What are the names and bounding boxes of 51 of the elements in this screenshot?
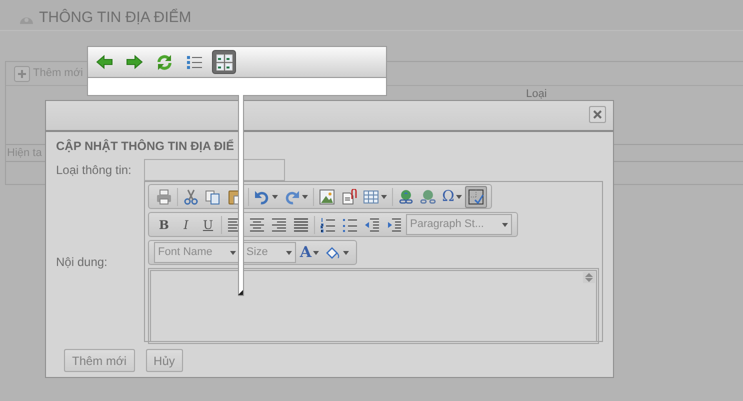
unlink-icon bbox=[420, 188, 436, 204]
image-icon bbox=[319, 188, 335, 204]
italic-button[interactable]: I bbox=[175, 214, 197, 236]
print-icon bbox=[156, 188, 172, 204]
arrow-left-icon bbox=[96, 54, 112, 70]
column-header: Loại bbox=[526, 88, 547, 100]
list-icon bbox=[186, 54, 202, 70]
grid-button[interactable] bbox=[212, 50, 236, 74]
attach-icon bbox=[341, 188, 357, 204]
indent-icon bbox=[386, 216, 402, 232]
dropdown[interactable]: Size bbox=[242, 242, 296, 263]
align-center-icon bbox=[249, 216, 265, 232]
bold-button[interactable]: B bbox=[153, 214, 175, 236]
close-button[interactable] bbox=[589, 106, 606, 123]
dropdown[interactable]: Paragraph St... bbox=[406, 214, 512, 235]
resize-grip-icon bbox=[238, 290, 243, 295]
field-label: Loại thông tin: bbox=[56, 162, 132, 179]
symbol-button[interactable]: Ω bbox=[439, 186, 466, 208]
ordered-list-icon bbox=[320, 216, 336, 232]
scroll-arrows-icon bbox=[585, 273, 593, 282]
align-right-icon bbox=[271, 216, 287, 232]
blocks-icon bbox=[468, 188, 484, 204]
cut-icon bbox=[183, 188, 199, 204]
close-icon bbox=[593, 110, 602, 119]
dialog-button[interactable]: Hủy bbox=[146, 349, 183, 372]
dropdown[interactable]: Font Name bbox=[154, 242, 240, 263]
caret-icon bbox=[286, 250, 292, 254]
table-icon bbox=[363, 188, 379, 204]
dialog-button[interactable]: Thêm mới bbox=[64, 349, 135, 372]
outdent-icon bbox=[364, 216, 380, 232]
redo-icon bbox=[284, 188, 300, 204]
undo-icon bbox=[254, 188, 270, 204]
input-field[interactable] bbox=[144, 159, 285, 181]
plus-icon bbox=[14, 66, 30, 82]
caret-icon bbox=[230, 250, 236, 254]
bullet-list-icon bbox=[342, 216, 358, 232]
justify-icon bbox=[293, 216, 309, 232]
underline-button[interactable]: U bbox=[197, 214, 219, 236]
refresh-icon bbox=[156, 54, 172, 70]
dialog-title: CẬP NHẬT THÔNG TIN ĐỊA ĐIỂ bbox=[56, 138, 234, 155]
link-icon bbox=[398, 188, 414, 204]
blocks-button[interactable] bbox=[465, 186, 488, 208]
grid-icon bbox=[216, 54, 232, 70]
copy-icon bbox=[205, 188, 221, 204]
fill-icon bbox=[325, 244, 342, 260]
arrow-right-icon bbox=[126, 54, 142, 70]
page-title: THÔNG TIN ĐỊA ĐIỂM bbox=[39, 8, 192, 28]
splitter-handle[interactable] bbox=[238, 95, 244, 296]
field-label: Nội dung: bbox=[56, 254, 108, 270]
caret-icon bbox=[502, 222, 508, 226]
font-color-button[interactable]: A bbox=[296, 242, 322, 264]
